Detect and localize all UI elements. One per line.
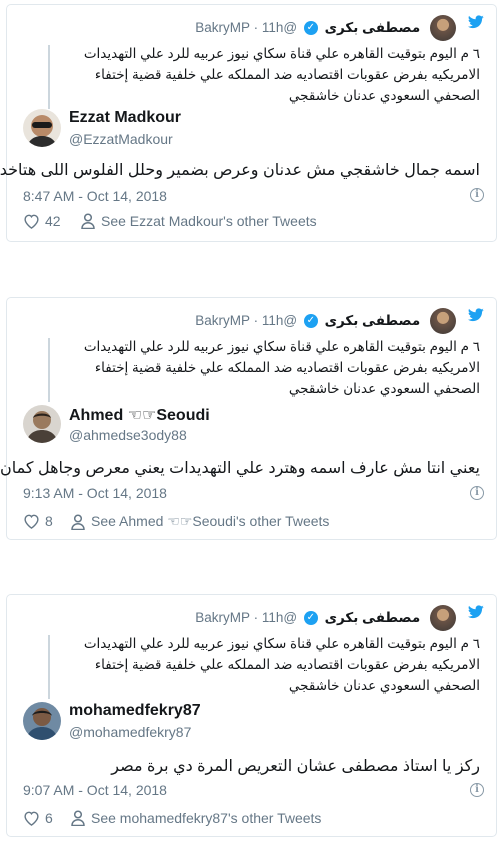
like-button[interactable]: 8 xyxy=(23,513,53,529)
reply-tweet-text: يعني انتا مش عارف اسمه وهترد علي التهديد… xyxy=(0,460,480,477)
verified-badge-icon: ✓ xyxy=(303,314,318,329)
author-name[interactable]: mohamedfekry87 xyxy=(69,702,201,720)
author-name[interactable]: Ahmed ☜☞Seoudi xyxy=(69,405,210,425)
person-icon xyxy=(71,810,85,826)
other-tweets-link[interactable]: See mohamedfekry87's other Tweets xyxy=(71,810,321,826)
tweet-actions: 6 See mohamedfekry87's other Tweets xyxy=(23,809,480,831)
quoted-tweet-separator: · xyxy=(253,20,262,35)
heart-icon xyxy=(24,214,39,229)
quoted-tweet-separator: · xyxy=(253,313,262,328)
author-handle[interactable]: @EzzatMadkour xyxy=(69,131,173,147)
embedded-tweet-card[interactable]: مصطفى بكرى ✓ @BakryMP · 11h ٦ م اليوم بت… xyxy=(6,594,497,837)
quoted-tweet-text: ٦ م اليوم بتوقيت القاهره علي قناة سكاي ن… xyxy=(83,339,480,396)
twitter-bird-icon[interactable] xyxy=(468,15,484,29)
reply-author[interactable]: Ezzat Madkour @EzzatMadkour xyxy=(23,109,480,149)
thread-line xyxy=(48,635,50,699)
info-icon[interactable]: i xyxy=(470,486,484,500)
author-handle[interactable]: @mohamedfekry87 xyxy=(69,724,191,740)
quoted-author-avatar[interactable] xyxy=(430,308,456,335)
embedded-tweet-card[interactable]: مصطفى بكرى ✓ @BakryMP · 11h ٦ م اليوم بت… xyxy=(0,297,497,540)
tweet-timestamp[interactable]: 9:13 AM - Oct 14, 2018 xyxy=(23,485,167,501)
quoted-tweet-header[interactable]: مصطفى بكرى ✓ @BakryMP · 11h xyxy=(7,605,456,632)
quoted-tweet-text: ٦ م اليوم بتوقيت القاهره علي قناة سكاي ن… xyxy=(83,46,480,103)
reply-tweet-text: ركز يا استاذ مصطفى عشان التعريص المرة دي… xyxy=(111,758,480,775)
like-button[interactable]: 6 xyxy=(23,810,53,826)
info-icon[interactable]: i xyxy=(470,783,484,797)
tweet-timestamp[interactable]: 9:07 AM - Oct 14, 2018 xyxy=(23,782,167,798)
tweet-actions: 8 See Ahmed ☜☞Seoudi's other Tweets xyxy=(23,512,480,534)
other-tweets-label[interactable]: See Ahmed ☜☞Seoudi's other Tweets xyxy=(91,513,329,530)
other-tweets-link[interactable]: See Ezzat Madkour's other Tweets xyxy=(81,213,317,229)
quoted-tweet-text: ٦ م اليوم بتوقيت القاهره علي قناة سكاي ن… xyxy=(83,636,480,693)
info-icon[interactable]: i xyxy=(470,188,484,202)
author-avatar[interactable] xyxy=(23,109,61,147)
quoted-tweet-time[interactable]: 11h xyxy=(262,313,284,328)
verified-badge-icon: ✓ xyxy=(303,21,318,36)
quoted-tweet-time[interactable]: 11h xyxy=(262,610,284,625)
like-count: 6 xyxy=(45,810,53,826)
reply-author[interactable]: mohamedfekry87 @mohamedfekry87 xyxy=(23,702,480,742)
thread-line xyxy=(48,338,50,402)
person-icon xyxy=(81,213,95,229)
quoted-author-avatar[interactable] xyxy=(430,15,456,42)
other-tweets-label[interactable]: See mohamedfekry87's other Tweets xyxy=(91,810,321,826)
quoted-tweet-time[interactable]: 11h xyxy=(262,20,284,35)
quoted-author-name[interactable]: مصطفى بكرى xyxy=(325,610,421,625)
person-icon xyxy=(71,513,85,530)
thread-line xyxy=(48,45,50,109)
author-avatar[interactable] xyxy=(23,702,61,740)
heart-icon xyxy=(24,811,39,826)
quoted-author-avatar[interactable] xyxy=(430,605,456,632)
other-tweets-link[interactable]: See Ahmed ☜☞Seoudi's other Tweets xyxy=(71,513,329,530)
like-count: 8 xyxy=(45,513,53,529)
twitter-bird-icon[interactable] xyxy=(468,605,484,619)
like-count: 42 xyxy=(45,213,61,229)
verified-badge-icon: ✓ xyxy=(303,611,318,626)
author-name[interactable]: Ezzat Madkour xyxy=(69,109,181,127)
quoted-author-name[interactable]: مصطفى بكرى xyxy=(325,313,421,328)
heart-icon xyxy=(24,514,39,529)
quoted-author-name[interactable]: مصطفى بكرى xyxy=(325,20,421,35)
quoted-tweet-header[interactable]: مصطفى بكرى ✓ @BakryMP · 11h xyxy=(7,15,456,42)
quoted-tweet-separator: · xyxy=(253,610,262,625)
tweet-actions: 42 See Ezzat Madkour's other Tweets xyxy=(23,212,480,234)
other-tweets-label[interactable]: See Ezzat Madkour's other Tweets xyxy=(101,213,317,229)
reply-author[interactable]: Ahmed ☜☞Seoudi @ahmedse3ody88 xyxy=(23,405,480,445)
author-avatar[interactable] xyxy=(23,405,61,443)
tweet-timestamp[interactable]: 8:47 AM - Oct 14, 2018 xyxy=(23,188,167,204)
quoted-tweet-header[interactable]: مصطفى بكرى ✓ @BakryMP · 11h xyxy=(7,308,456,335)
author-handle[interactable]: @ahmedse3ody88 xyxy=(69,427,187,443)
twitter-bird-icon[interactable] xyxy=(468,308,484,322)
like-button[interactable]: 42 xyxy=(23,213,61,229)
embedded-tweet-card[interactable]: مصطفى بكرى ✓ @BakryMP · 11h ٦ م اليوم بت… xyxy=(0,4,497,242)
reply-tweet-text: اسمه جمال خاشقجي مش عدنان وعرص بضمير وحل… xyxy=(0,162,480,179)
